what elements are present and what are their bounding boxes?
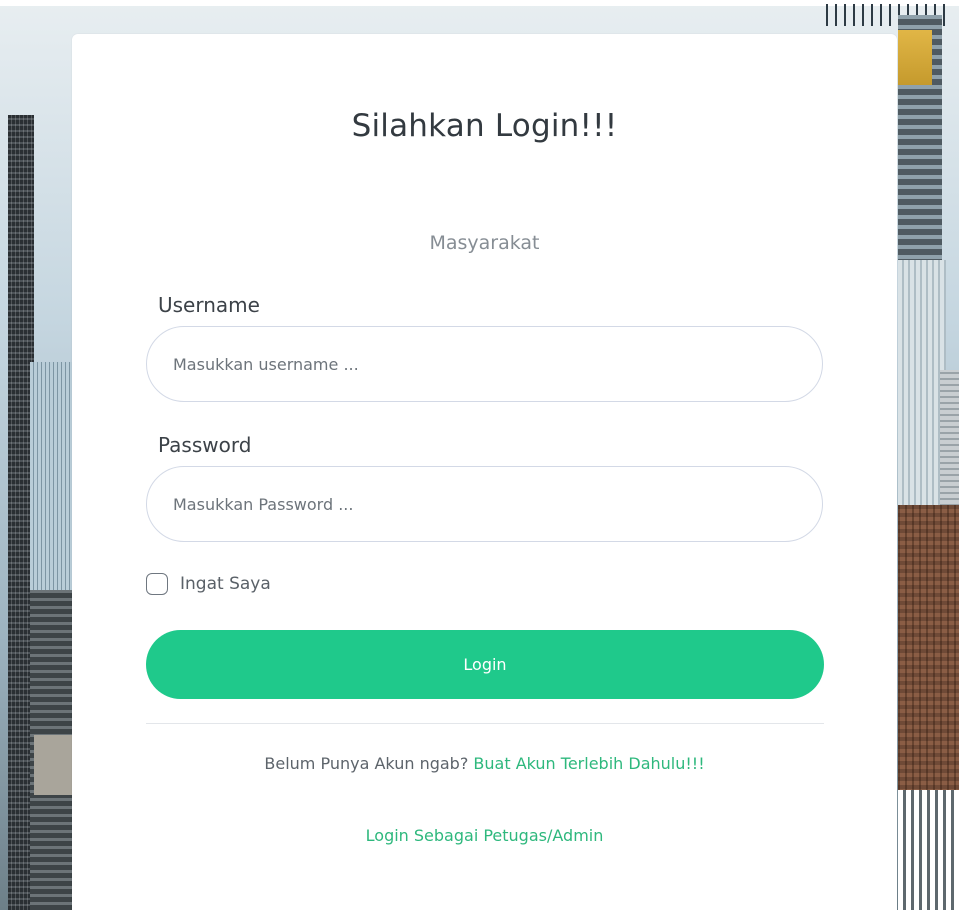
- remember-me[interactable]: Ingat Saya: [146, 573, 271, 595]
- password-label: Password: [158, 433, 252, 457]
- divider: [146, 723, 824, 724]
- left-glass-building: [30, 362, 72, 592]
- remember-label: Ingat Saya: [180, 574, 271, 594]
- login-button[interactable]: Login: [146, 630, 824, 699]
- admin-login-line: Login Sebagai Petugas/Admin: [72, 826, 897, 845]
- page-title: Silahkan Login!!!: [351, 108, 618, 144]
- login-card: Silahkan Login!!! Masyarakat Username Pa…: [72, 34, 897, 910]
- right-white-building: [940, 370, 959, 510]
- register-prompt: Belum Punya Akun ngab?: [264, 754, 469, 773]
- background-top-band: [0, 0, 959, 6]
- right-glass-building: [898, 260, 946, 520]
- role-subtitle: Masyarakat: [429, 232, 540, 254]
- right-bottom-building: [898, 790, 959, 910]
- admin-login-link[interactable]: Login Sebagai Petugas/Admin: [366, 826, 604, 845]
- left-rooftop: [34, 735, 72, 795]
- username-input[interactable]: [146, 326, 823, 402]
- remember-checkbox[interactable]: [146, 573, 168, 595]
- username-label: Username: [158, 293, 260, 317]
- right-crane-cab: [898, 30, 932, 85]
- password-input[interactable]: [146, 466, 823, 542]
- register-link[interactable]: Buat Akun Terlebih Dahulu!!!: [473, 754, 704, 773]
- register-prompt-line: Belum Punya Akun ngab? Buat Akun Terlebi…: [72, 754, 897, 773]
- right-brick-building: [898, 505, 959, 805]
